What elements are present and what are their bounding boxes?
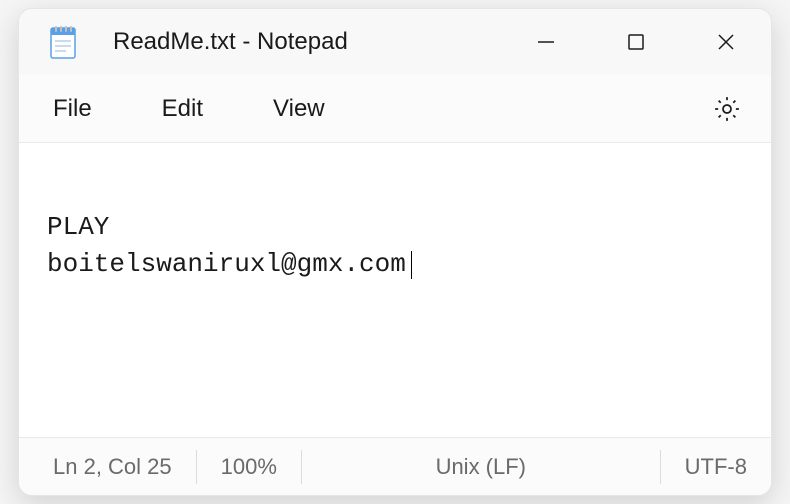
text-caret	[411, 251, 412, 279]
notepad-app-icon	[47, 23, 79, 61]
close-button[interactable]	[681, 9, 771, 75]
menu-view[interactable]: View	[269, 89, 329, 129]
gear-icon	[712, 94, 742, 124]
window-controls	[501, 9, 771, 75]
menubar: File Edit View	[19, 75, 771, 143]
status-zoom[interactable]: 100%	[197, 450, 302, 484]
menu-file[interactable]: File	[49, 89, 96, 129]
maximize-button[interactable]	[591, 9, 681, 75]
text-editor-area[interactable]: PLAY boitelswaniruxl@gmx.com	[19, 143, 771, 437]
close-icon	[715, 31, 737, 53]
status-line-ending[interactable]: Unix (LF)	[302, 450, 661, 484]
menu-edit[interactable]: Edit	[158, 89, 207, 129]
status-cursor-position[interactable]: Ln 2, Col 25	[19, 450, 197, 484]
notepad-window: ReadMe.txt - Notepad File Edit	[18, 8, 772, 496]
maximize-icon	[626, 32, 646, 52]
status-encoding[interactable]: UTF-8	[661, 450, 771, 484]
titlebar[interactable]: ReadMe.txt - Notepad	[19, 9, 771, 75]
minimize-icon	[535, 31, 557, 53]
settings-button[interactable]	[711, 93, 743, 125]
window-title: ReadMe.txt - Notepad	[113, 28, 348, 56]
minimize-button[interactable]	[501, 9, 591, 75]
editor-line-2: boitelswaniruxl@gmx.com	[47, 249, 406, 279]
statusbar: Ln 2, Col 25 100% Unix (LF) UTF-8	[19, 437, 771, 495]
editor-line-1: PLAY	[47, 212, 109, 242]
